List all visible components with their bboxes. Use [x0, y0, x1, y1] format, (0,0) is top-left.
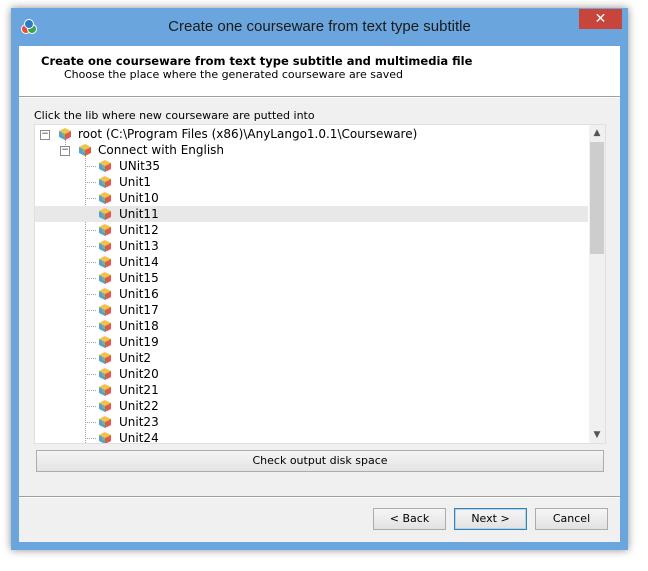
header-title: Create one courseware from text type sub…	[41, 54, 473, 68]
tree-item-label: Unit16	[119, 287, 159, 301]
tree-node-unit[interactable]: Unit14	[35, 254, 588, 270]
tree-item-label: Unit21	[119, 383, 159, 397]
tree-item-label: Unit15	[119, 271, 159, 285]
cube-icon	[98, 239, 112, 253]
tree-item-label: Unit2	[119, 351, 152, 365]
tree-item-label: Unit13	[119, 239, 159, 253]
cube-icon	[98, 223, 112, 237]
header-subtitle: Choose the place where the generated cou…	[64, 68, 403, 81]
tree-node-unit[interactable]: Unit19	[35, 334, 588, 350]
cube-icon	[98, 271, 112, 285]
tree-node-unit[interactable]: Unit22	[35, 398, 588, 414]
title-bar[interactable]: Create one courseware from text type sub…	[11, 8, 628, 46]
cube-icon	[98, 207, 112, 221]
cube-icon	[98, 415, 112, 429]
tree-item-label: Unit12	[119, 223, 159, 237]
tree-node-unit[interactable]: UNit35	[35, 158, 588, 174]
cube-icon	[98, 175, 112, 189]
tree-node-unit[interactable]: Unit2	[35, 350, 588, 366]
tree-node-unit[interactable]: Unit10	[35, 190, 588, 206]
tree-node-unit[interactable]: Unit21	[35, 382, 588, 398]
cube-icon	[98, 335, 112, 349]
tree-node-unit[interactable]: Unit17	[35, 302, 588, 318]
close-icon: ✕	[594, 11, 607, 27]
back-button[interactable]: < Back	[373, 508, 446, 530]
collapse-icon[interactable]: −	[40, 130, 50, 140]
tree-node-unit[interactable]: Unit11	[35, 206, 588, 222]
collapse-icon[interactable]: −	[60, 146, 70, 156]
tree-item-label: Unit24	[119, 431, 159, 444]
tree-item-label: Unit23	[119, 415, 159, 429]
dialog-window: Create one courseware from text type sub…	[11, 8, 628, 550]
cube-icon	[98, 367, 112, 381]
close-button[interactable]: ✕	[579, 9, 622, 29]
scroll-up-icon[interactable]: ▲	[589, 125, 605, 141]
cube-icon	[98, 191, 112, 205]
cube-icon	[58, 127, 72, 141]
tree-item-label: Unit19	[119, 335, 159, 349]
tree-item-label: Unit10	[119, 191, 159, 205]
cube-icon	[98, 159, 112, 173]
tree-item-label: UNit35	[119, 159, 161, 173]
tree-node-unit[interactable]: Unit24	[35, 430, 588, 444]
library-tree[interactable]: ▲ ▼ − root (C:\Program Files (x86)\AnyLan…	[34, 124, 606, 444]
cube-icon	[98, 431, 112, 443]
tree-node-unit[interactable]: Unit20	[35, 366, 588, 382]
tree-node-unit[interactable]: Unit13	[35, 238, 588, 254]
tree-node-unit[interactable]: Unit12	[35, 222, 588, 238]
tree-node-unit[interactable]: Unit18	[35, 318, 588, 334]
cube-icon	[98, 399, 112, 413]
tree-item-label: Unit17	[119, 303, 159, 317]
tree-node-unit[interactable]: Unit1	[35, 174, 588, 190]
window-title: Create one courseware from text type sub…	[168, 18, 471, 35]
cube-icon	[98, 351, 112, 365]
tree-node-unit[interactable]: Unit23	[35, 414, 588, 430]
next-button[interactable]: Next >	[454, 508, 527, 530]
cube-icon	[98, 319, 112, 333]
tree-node-connect-with-english[interactable]: − Connect with English	[35, 142, 588, 158]
scroll-thumb[interactable]	[590, 142, 604, 254]
cancel-button[interactable]: Cancel	[535, 508, 608, 530]
tree-instruction-label: Click the lib where new courseware are p…	[34, 109, 315, 122]
cube-icon	[78, 143, 92, 157]
cube-icon	[98, 383, 112, 397]
dialog-client: Create one courseware from text type sub…	[19, 46, 620, 542]
tree-node-root[interactable]: − root (C:\Program Files (x86)\AnyLango1.…	[35, 126, 588, 142]
tree-item-label: Unit20	[119, 367, 159, 381]
tree-node-unit[interactable]: Unit16	[35, 286, 588, 302]
tree-item-label: Unit22	[119, 399, 159, 413]
tree-item-label: Unit14	[119, 255, 159, 269]
scroll-down-icon[interactable]: ▼	[589, 427, 605, 443]
tree-item-label: root (C:\Program Files (x86)\AnyLango1.0…	[78, 127, 418, 141]
tree-scrollbar[interactable]: ▲ ▼	[589, 125, 605, 443]
cube-icon	[98, 287, 112, 301]
tree-item-label: Unit1	[119, 175, 152, 189]
cube-icon	[98, 255, 112, 269]
check-disk-space-button[interactable]: Check output disk space	[36, 450, 604, 472]
tree-item-label: Unit18	[119, 319, 159, 333]
cube-icon	[98, 303, 112, 317]
tree-node-unit[interactable]: Unit15	[35, 270, 588, 286]
wizard-header: Create one courseware from text type sub…	[19, 46, 620, 96]
tree-item-label: Unit11	[119, 207, 159, 221]
tree-item-label: Connect with English	[98, 143, 225, 157]
